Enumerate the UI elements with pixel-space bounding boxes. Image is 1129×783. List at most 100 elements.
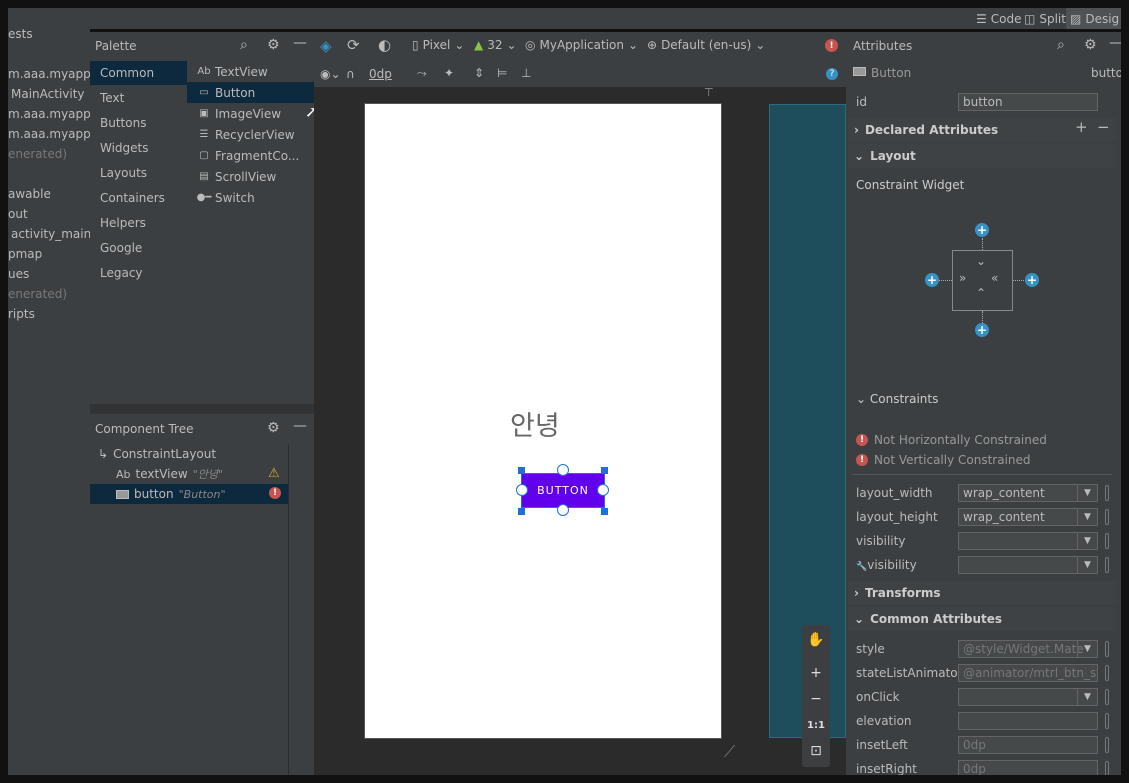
palette-category-containers[interactable]: Containers [90,186,187,210]
project-tree-item[interactable]: enerated) [8,147,67,161]
magnet-icon[interactable]: ∩ [346,67,355,81]
palette-category-legacy[interactable]: Legacy [90,261,187,285]
attr-field-insetright[interactable]: 0dp [958,760,1098,775]
attr-field-layout_height[interactable]: wrap_content ▼ [958,508,1098,526]
palette-category-common[interactable]: Common [90,61,187,85]
palette-category-helpers[interactable]: Helpers [90,211,187,235]
palette-category-widgets[interactable]: Widgets [90,136,187,160]
attr-field-insetleft[interactable]: 0dp [958,736,1098,754]
attr-resource-picker[interactable] [1105,485,1109,501]
resize-handle[interactable] [601,508,608,515]
split-mode-tab[interactable]: ◫ Split [1020,8,1070,29]
infer-constraints-icon[interactable]: ✦ [444,66,454,80]
constraint-handle-bottom[interactable] [557,504,569,516]
section-layout[interactable]: ⌄ Layout [848,144,1116,168]
section-common-attributes[interactable]: ⌄ Common Attributes [848,607,1116,631]
dropdown-arrow-icon[interactable]: ▼ [1077,485,1097,501]
tree-item-textview[interactable]: Ab textView "안녕" [90,464,288,484]
zoom-fit-icon[interactable]: ⊡ [802,739,830,763]
minimize-icon[interactable]: — [1109,35,1121,51]
palette-item-textview[interactable]: Ab TextView [187,61,314,82]
add-icon[interactable]: + [1075,118,1088,136]
gear-icon[interactable]: ⚙ [267,420,280,436]
attr-resource-picker[interactable] [1105,761,1109,775]
project-tree-item[interactable]: m.aaa.myapplic [8,107,90,121]
project-tree-item[interactable]: awable [8,187,51,201]
zoom-in-icon[interactable]: + [802,661,830,685]
add-left-constraint-icon[interactable]: + [925,273,939,287]
attr-resource-picker[interactable] [1105,689,1109,705]
attr-resource-picker[interactable] [1105,713,1109,729]
device-dropdown[interactable]: ▯ Pixel ⌄ [412,38,464,52]
gear-icon[interactable]: ⚙ [267,37,280,53]
preview-button[interactable]: BUTTON [521,473,605,508]
zoom-out-icon[interactable]: − [802,687,830,711]
api-dropdown[interactable]: ▲ 32 ⌄ [474,38,517,52]
zoom-actual-button[interactable]: 1:1 [802,713,830,737]
project-tree-item[interactable]: MainActivity [11,87,85,101]
dropdown-arrow-icon[interactable]: ▼ [1077,509,1097,525]
eye-icon[interactable]: ◉⌄ [320,67,341,81]
attr-field-elevation[interactable] [958,712,1098,730]
project-tree-item[interactable]: m.aaa.myapplic [8,67,90,81]
attr-resource-picker[interactable] [1105,509,1109,525]
design-mode-tab[interactable]: ▨ Desig [1066,8,1121,29]
add-bottom-constraint-icon[interactable]: + [975,323,989,337]
palette-category-buttons[interactable]: Buttons [90,111,187,135]
resize-handle[interactable] [601,467,608,474]
constraints-header[interactable]: ⌄ Constraints [856,392,938,406]
project-tree-item[interactable]: out [8,207,28,221]
palette-category-google[interactable]: Google [90,236,187,260]
project-tree-item[interactable]: activity_main.x [11,227,90,241]
constraint-handle-right[interactable] [597,484,609,496]
id-field[interactable]: button [958,93,1098,111]
gear-icon[interactable]: ⚙ [1084,37,1097,53]
palette-item-switch[interactable]: ●━ Switch [187,187,314,208]
minimize-icon[interactable]: — [293,35,307,51]
orientation-icon[interactable]: ⟳ [347,36,360,54]
resize-handle[interactable] [518,467,525,474]
attr-field-visibility[interactable]: ▼ [958,532,1098,550]
dropdown-arrow-icon[interactable]: ▼ [1077,557,1097,573]
theme-dropdown[interactable]: ◎ MyApplication ⌄ [525,38,638,52]
locale-dropdown[interactable]: ⊕ Default (en-us) ⌄ [647,38,765,52]
attr-resource-picker[interactable] [1105,557,1109,573]
attr-field-statelistanimator[interactable]: @animator/mtrl_btn_state [958,664,1098,682]
project-tree-item[interactable]: ests [8,27,33,41]
palette-item-button[interactable]: ▭ Button [187,82,314,103]
attr-resource-picker[interactable] [1105,641,1109,657]
add-right-constraint-icon[interactable]: + [1025,273,1039,287]
dropdown-arrow-icon[interactable]: ▼ [1077,533,1097,549]
preview-textview[interactable]: 안녕 [510,404,560,443]
error-icon[interactable]: ! [269,487,281,499]
constraint-handle-top[interactable] [557,464,569,476]
project-tree-item[interactable]: pmap [8,247,42,261]
add-top-constraint-icon[interactable]: + [975,223,989,237]
remove-icon[interactable]: − [1097,118,1110,136]
attr-field-visibility[interactable]: ▼ [958,556,1098,574]
dropdown-arrow-icon[interactable]: ▼ [1077,689,1097,705]
guidelines-icon[interactable]: ⊥ [521,66,531,80]
palette-category-layouts[interactable]: Layouts [90,161,187,185]
project-tree-item[interactable]: m.aaa.myapplic [8,127,90,141]
attr-resource-picker[interactable] [1105,533,1109,549]
palette-item-imageview[interactable]: ▣ ImageView [187,103,314,124]
attr-field-style[interactable]: @style/Widget.Mate ▼ [958,640,1098,658]
palette-category-text[interactable]: Text [90,86,187,110]
tree-item-constraintlayout[interactable]: ↳ ConstraintLayout [90,444,288,464]
constraint-handle-left[interactable] [516,484,528,496]
default-margin-field[interactable]: 0dp [369,67,392,81]
project-tree-item[interactable]: ues [8,267,29,281]
search-icon[interactable]: ⌕ [1057,37,1065,53]
palette-item-scrollview[interactable]: ▤ ScrollView [187,166,314,187]
pan-icon[interactable]: ✋ [802,628,830,652]
warning-icon[interactable]: ⚠ [268,466,280,481]
search-icon[interactable]: ⌕ [240,37,248,53]
tree-item-button[interactable]: button "Button" [90,484,288,504]
resize-handle[interactable] [518,508,525,515]
project-tree-item[interactable]: ripts [8,307,35,321]
attr-resource-picker[interactable] [1105,665,1109,681]
panel-divider[interactable] [90,404,314,414]
pack-icon[interactable]: ⇕ [474,66,484,80]
resize-corner-icon[interactable]: ⟋ [724,742,735,762]
